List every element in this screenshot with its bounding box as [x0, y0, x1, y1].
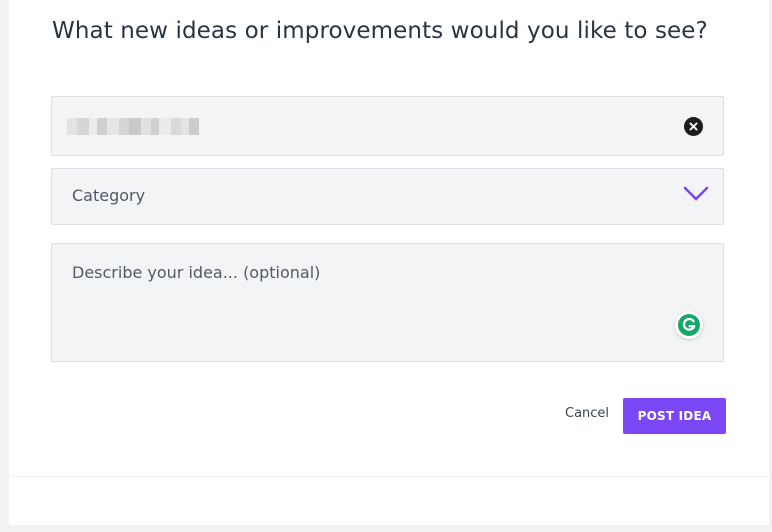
category-label: Category — [72, 186, 146, 205]
grammarly-icon — [678, 314, 700, 336]
clear-title-button[interactable] — [684, 117, 703, 136]
post-idea-button[interactable]: POST IDEA — [623, 398, 726, 434]
page-title: What new ideas or improvements would you… — [52, 18, 708, 44]
close-icon — [689, 122, 698, 131]
idea-form-panel: What new ideas or improvements would you… — [9, 0, 769, 476]
footer-strip — [9, 477, 769, 525]
cancel-button[interactable]: Cancel — [565, 406, 609, 421]
category-dropdown[interactable]: Category — [51, 168, 724, 225]
grammarly-button[interactable] — [675, 311, 703, 339]
chevron-down-icon[interactable] — [683, 185, 709, 203]
description-field[interactable] — [51, 243, 724, 362]
description-textarea[interactable] — [52, 244, 723, 361]
redacted-title-text — [67, 118, 199, 135]
idea-title-field[interactable] — [51, 96, 724, 156]
